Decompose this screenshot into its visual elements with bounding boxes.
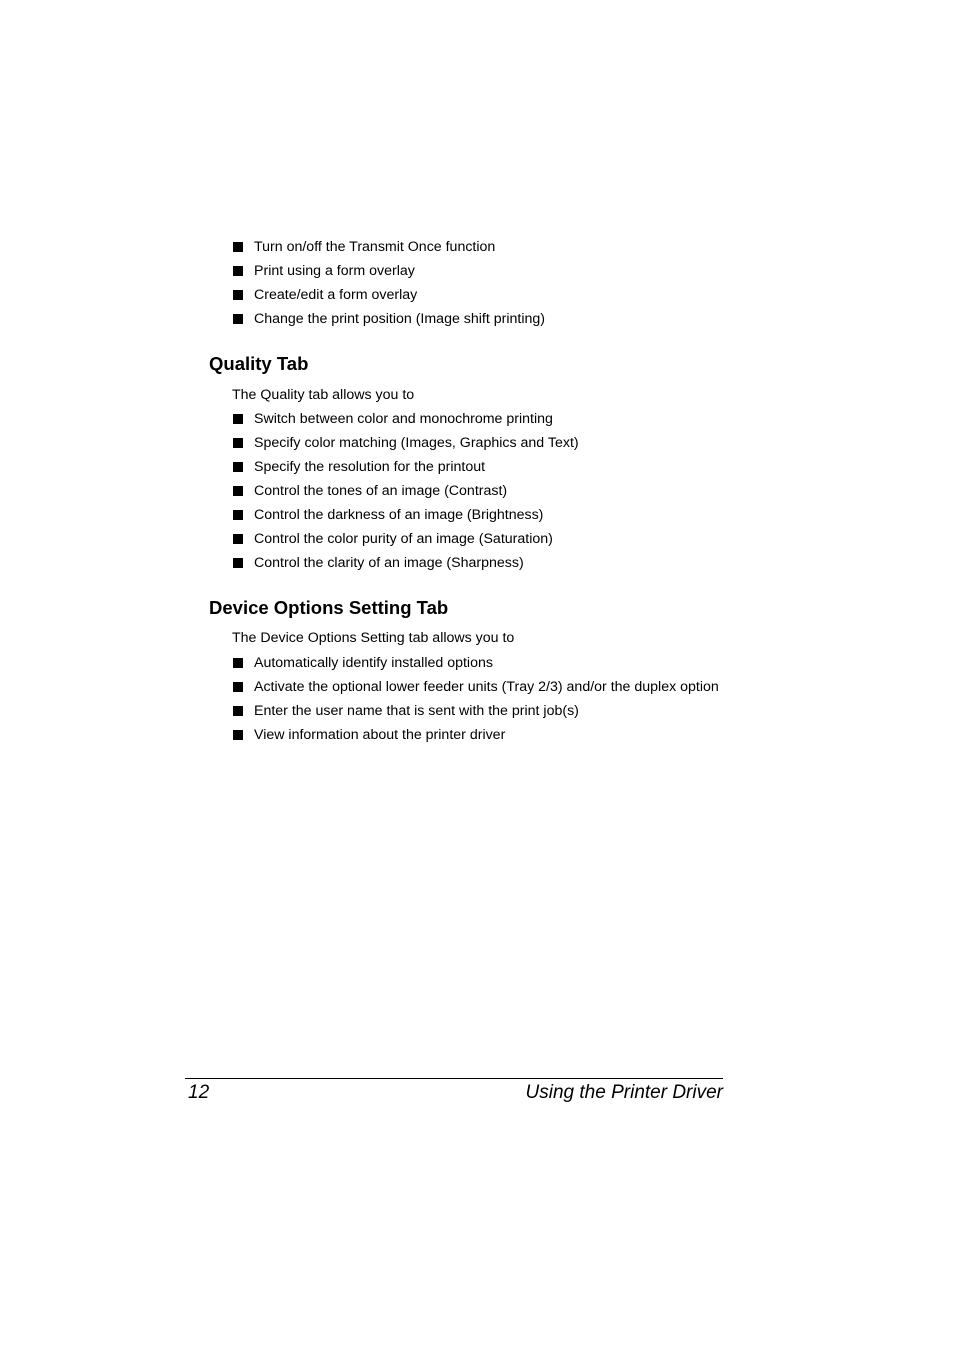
list-item: Activate the optional lower feeder units… bbox=[232, 679, 719, 703]
list-item: Specify color matching (Images, Graphics… bbox=[232, 435, 579, 459]
chapter-title: Using the Printer Driver bbox=[525, 1082, 723, 1103]
list-item: Control the darkness of an image (Bright… bbox=[232, 507, 579, 531]
device-options-heading: Device Options Setting Tab bbox=[209, 597, 449, 618]
square-bullet-icon bbox=[233, 558, 243, 568]
list-item: Turn on/off the Transmit Once function bbox=[232, 239, 545, 263]
square-bullet-icon bbox=[233, 510, 243, 520]
quality-tab-list: Switch between color and monochrome prin… bbox=[232, 411, 579, 579]
square-bullet-icon bbox=[233, 706, 243, 716]
square-bullet-icon bbox=[233, 290, 243, 300]
layout-features-list: Turn on/off the Transmit Once function P… bbox=[232, 239, 545, 335]
square-bullet-icon bbox=[233, 730, 243, 740]
quality-tab-intro: The Quality tab allows you to bbox=[232, 387, 415, 403]
device-options-list: Automatically identify installed options… bbox=[232, 655, 719, 751]
list-item: Switch between color and monochrome prin… bbox=[232, 411, 579, 435]
square-bullet-icon bbox=[233, 682, 243, 692]
list-item: Automatically identify installed options bbox=[232, 655, 719, 679]
list-item: Create/edit a form overlay bbox=[232, 287, 545, 311]
list-item: Change the print position (Image shift p… bbox=[232, 311, 545, 335]
square-bullet-icon bbox=[233, 486, 243, 496]
quality-tab-heading: Quality Tab bbox=[209, 353, 309, 374]
page-number: 12 bbox=[188, 1082, 210, 1103]
square-bullet-icon bbox=[233, 314, 243, 324]
square-bullet-icon bbox=[233, 266, 243, 276]
list-item: Print using a form overlay bbox=[232, 263, 545, 287]
list-item: Specify the resolution for the printout bbox=[232, 459, 579, 483]
square-bullet-icon bbox=[233, 242, 243, 252]
list-item: Enter the user name that is sent with th… bbox=[232, 703, 719, 727]
square-bullet-icon bbox=[233, 534, 243, 544]
list-item: Control the tones of an image (Contrast) bbox=[232, 483, 579, 507]
square-bullet-icon bbox=[233, 438, 243, 448]
list-item: View information about the printer drive… bbox=[232, 727, 719, 751]
list-item: Control the clarity of an image (Sharpne… bbox=[232, 555, 579, 579]
square-bullet-icon bbox=[233, 414, 243, 424]
square-bullet-icon bbox=[233, 462, 243, 472]
device-options-intro: The Device Options Setting tab allows yo… bbox=[232, 630, 515, 646]
footer-divider bbox=[185, 1078, 723, 1079]
list-item: Control the color purity of an image (Sa… bbox=[232, 531, 579, 555]
square-bullet-icon bbox=[233, 658, 243, 668]
